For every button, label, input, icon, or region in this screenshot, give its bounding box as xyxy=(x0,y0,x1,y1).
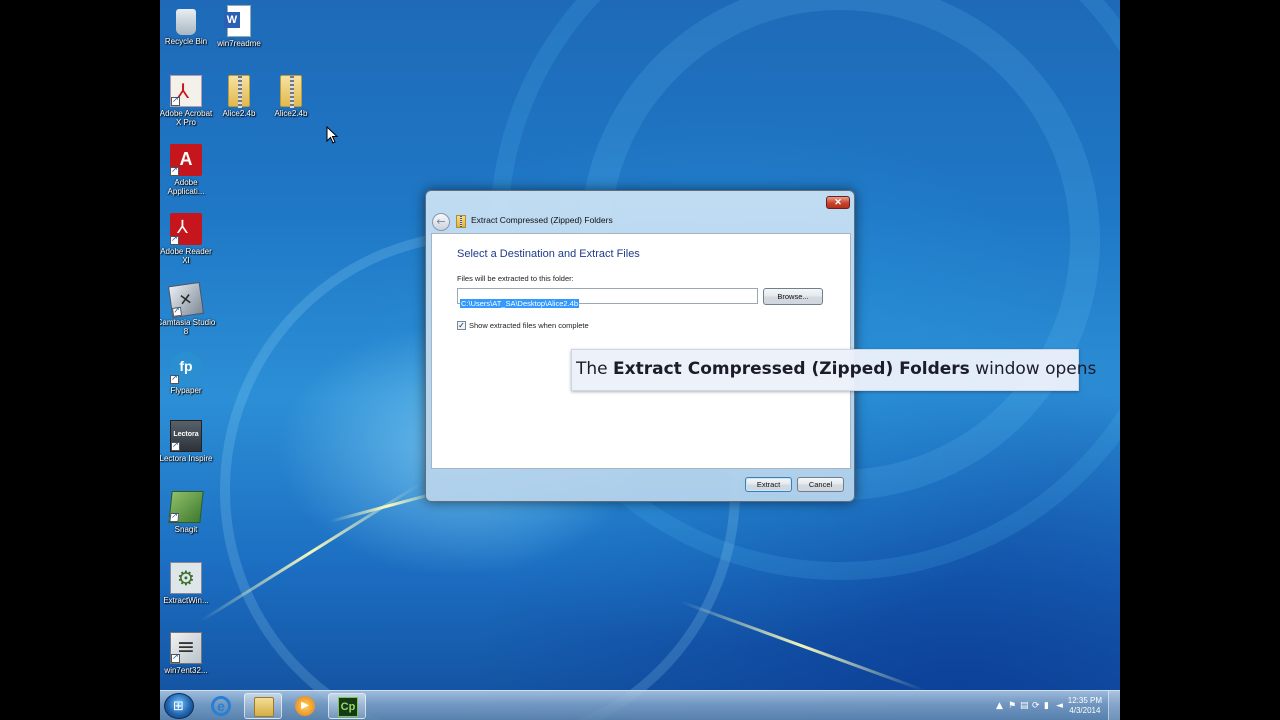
snagit-icon xyxy=(168,491,204,523)
flypaper-icon xyxy=(170,352,202,384)
destination-path-input[interactable]: C:\Users\AT_SA\Desktop\Alice2.4b xyxy=(457,288,758,308)
desktop-icon-extractwin[interactable]: ExtractWin... xyxy=(160,562,216,605)
acrobat-icon xyxy=(170,75,202,107)
start-button[interactable]: ⊞ xyxy=(164,693,194,719)
desktop-icon-lectora[interactable]: Lectora Inspire xyxy=(160,420,216,463)
show-desktop-button[interactable] xyxy=(1108,691,1120,720)
shortcut-arrow-icon xyxy=(169,513,180,522)
shortcut-arrow-icon xyxy=(170,234,179,245)
clock[interactable]: 12:35 PM 4/3/2014 xyxy=(1068,696,1102,716)
media-player-icon: ▶ xyxy=(295,696,315,716)
desktop-icon-win7ent[interactable]: win7ent32... xyxy=(160,632,216,675)
desktop-icon-adobe-application-manager[interactable]: Adobe Applicati... xyxy=(160,144,216,196)
desktop-icon-adobe-reader[interactable]: Adobe Reader XI xyxy=(160,213,216,265)
destination-label: Files will be extracted to this folder: xyxy=(457,274,574,283)
adobe-application-manager-icon xyxy=(170,144,202,176)
zip-folder-icon xyxy=(280,75,302,108)
desktop-icon-win7readme[interactable]: win7readme xyxy=(209,5,269,48)
extract-dialog: ✕ ← Extract Compressed (Zipped) Folders … xyxy=(425,190,855,502)
recycle-bin-icon xyxy=(176,9,196,35)
desktop-icon-label: Alice2.4b xyxy=(222,109,256,118)
updates-icon[interactable]: ⟳ xyxy=(1032,701,1040,711)
archive-icon xyxy=(170,632,202,664)
taskbar-media-player[interactable]: ▶ xyxy=(286,693,324,719)
desktop-icon-label: win7ent32... xyxy=(164,666,208,675)
desktop-icon-recycle-bin[interactable]: Recycle Bin xyxy=(160,5,216,46)
desktop-icon-label: Camtasia Studio 8 xyxy=(160,318,216,336)
callout-suffix: window opens xyxy=(969,359,1097,379)
adobe-reader-icon xyxy=(170,213,202,245)
caption-callout: The Extract Compressed (Zipped) Folders … xyxy=(571,349,1096,391)
windows-explorer-icon xyxy=(254,697,274,717)
desktop-icon-label: Adobe Applicati... xyxy=(167,178,205,196)
shortcut-arrow-icon xyxy=(171,440,180,451)
taskbar: ⊞ e ▶ Cp ▲ ⚑ ▤ ⟳ ▮ ◄ 12:35 PM 4/3/2014 xyxy=(160,690,1120,720)
windows-logo-icon: ⊞ xyxy=(173,699,184,714)
shortcut-arrow-icon xyxy=(171,652,180,663)
internet-explorer-icon: e xyxy=(211,696,231,716)
browse-button[interactable]: Browse... xyxy=(763,288,823,305)
volume-icon[interactable]: ◄ xyxy=(1056,701,1063,711)
shortcut-arrow-icon xyxy=(171,95,180,106)
signal-icon[interactable]: ▮ xyxy=(1044,701,1049,711)
back-arrow-icon[interactable]: ← xyxy=(432,213,450,231)
desktop-icon-camtasia[interactable]: Camtasia Studio 8 xyxy=(160,281,216,336)
extract-installer-icon xyxy=(170,562,202,594)
network-icon[interactable]: ▤ xyxy=(1020,701,1029,711)
desktop-icon-label: Alice2.4b xyxy=(274,109,308,118)
desktop-icon-label: Adobe Acrobat X Pro xyxy=(160,109,213,127)
desktop-icon-snagit[interactable]: Snagit xyxy=(160,491,216,534)
taskbar-captivate[interactable]: Cp xyxy=(328,693,366,719)
captivate-icon: Cp xyxy=(338,697,358,717)
taskbar-windows-explorer[interactable] xyxy=(244,693,282,719)
desktop[interactable]: Recycle Bin win7readme Adobe Acrobat X P… xyxy=(160,0,1120,720)
action-center-icon[interactable]: ⚑ xyxy=(1008,701,1016,711)
show-hidden-icons-icon[interactable]: ▲ xyxy=(996,701,1003,711)
destination-path-value: C:\Users\AT_SA\Desktop\Alice2.4b xyxy=(460,299,579,308)
desktop-icon-label: Lectora Inspire xyxy=(160,454,213,463)
zip-folder-icon xyxy=(456,215,466,228)
desktop-icon-label: ExtractWin... xyxy=(163,596,209,605)
close-button[interactable]: ✕ xyxy=(826,196,850,209)
clock-time: 12:35 PM xyxy=(1067,696,1102,705)
shortcut-arrow-icon xyxy=(171,306,183,317)
desktop-icon-alice-zip[interactable]: Alice2.4b xyxy=(261,75,321,118)
desktop-icon-acrobat[interactable]: Adobe Acrobat X Pro xyxy=(160,75,216,127)
desktop-icon-label: Adobe Reader XI xyxy=(160,247,212,265)
desktop-icon-label: Recycle Bin xyxy=(164,37,208,46)
shortcut-arrow-icon xyxy=(170,373,179,384)
wallpaper-streak xyxy=(679,600,925,692)
desktop-icon-flypaper[interactable]: Flypaper xyxy=(160,352,216,395)
cancel-button[interactable]: Cancel xyxy=(797,477,844,492)
dialog-title: Extract Compressed (Zipped) Folders xyxy=(471,215,613,225)
lectora-icon xyxy=(170,420,202,452)
callout-bold: Extract Compressed (Zipped) Folders xyxy=(613,359,970,379)
camtasia-icon xyxy=(167,281,205,319)
callout-prefix: The xyxy=(576,359,614,379)
desktop-icon-label: Flypaper xyxy=(170,386,202,395)
screen: Recycle Bin win7readme Adobe Acrobat X P… xyxy=(0,0,1280,720)
zip-folder-icon xyxy=(228,75,250,108)
show-files-checkbox[interactable]: ✓ xyxy=(457,321,466,330)
show-files-label[interactable]: Show extracted files when complete xyxy=(469,321,589,330)
taskbar-internet-explorer[interactable]: e xyxy=(202,693,240,719)
desktop-icon-label: win7readme xyxy=(217,39,261,48)
dialog-heading: Select a Destination and Extract Files xyxy=(457,248,640,260)
extract-button[interactable]: Extract xyxy=(745,477,792,492)
clock-date: 4/3/2014 xyxy=(1069,706,1101,715)
desktop-icon-label: Snagit xyxy=(174,525,198,534)
system-tray: ▲ ⚑ ▤ ⟳ ▮ ◄ 12:35 PM 4/3/2014 xyxy=(970,691,1120,720)
shortcut-arrow-icon xyxy=(170,165,179,176)
desktop-icon-alice-folder[interactable]: Alice2.4b xyxy=(209,75,269,118)
word-document-icon xyxy=(224,5,251,37)
